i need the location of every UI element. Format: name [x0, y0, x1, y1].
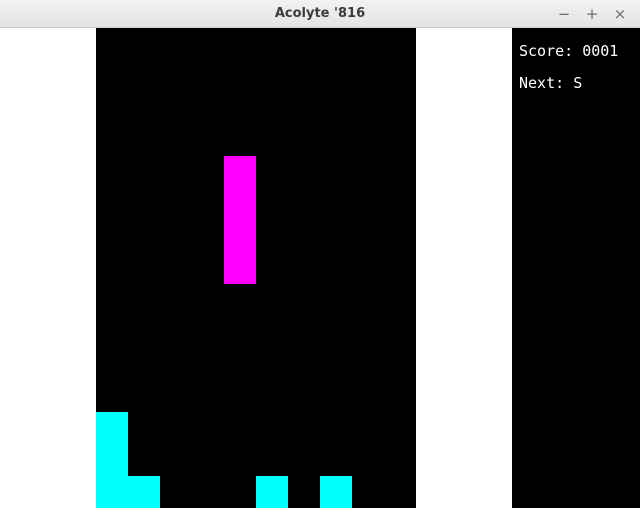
score-value: 0001 — [582, 42, 619, 60]
settled-block — [96, 444, 128, 476]
next-piece-readout: Next: S — [519, 74, 582, 92]
settled-block — [96, 412, 128, 444]
title-bar[interactable]: Acolyte '816 − + × — [0, 0, 640, 28]
score-label: Score: — [519, 42, 574, 60]
active-piece-block — [224, 188, 256, 220]
side-panel: Score: 0001 Next: S — [512, 28, 640, 508]
game-board[interactable] — [96, 28, 416, 508]
window-title: Acolyte '816 — [274, 6, 366, 21]
active-piece-block — [224, 252, 256, 284]
next-label: Next: — [519, 74, 565, 92]
settled-block — [256, 476, 288, 508]
active-piece-block — [224, 156, 256, 188]
window-controls: − + × — [550, 0, 634, 28]
active-piece-block — [224, 220, 256, 252]
score-readout: Score: 0001 — [519, 42, 618, 60]
settled-block — [128, 476, 160, 508]
next-value: S — [573, 74, 583, 92]
settled-block — [320, 476, 352, 508]
maximize-icon[interactable]: + — [578, 0, 606, 28]
close-icon[interactable]: × — [606, 0, 634, 28]
game-window: Acolyte '816 − + × Score: 0001 Next: S — [0, 0, 640, 508]
minimize-icon[interactable]: − — [550, 0, 578, 28]
settled-block — [96, 476, 128, 508]
